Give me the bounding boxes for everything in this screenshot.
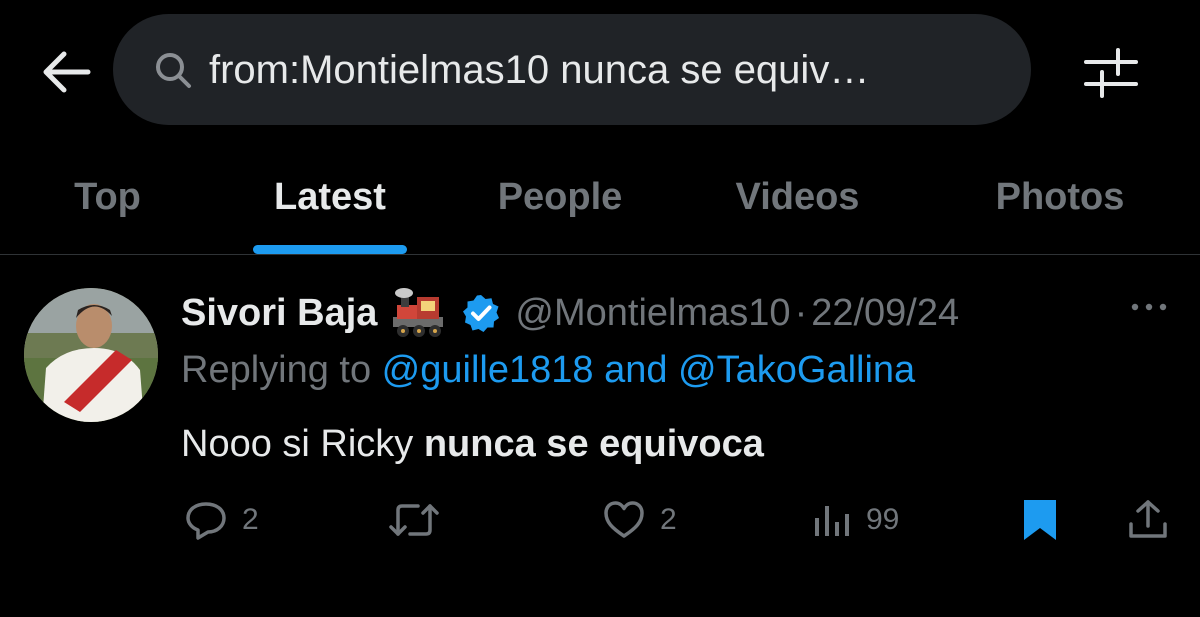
tweet-text-highlight: nunca se equivoca xyxy=(423,423,764,465)
separator-dot: · xyxy=(794,291,808,334)
bookmark-icon xyxy=(1024,500,1056,540)
tab-latest[interactable]: Latest xyxy=(230,140,430,254)
tab-people[interactable]: People xyxy=(465,140,655,254)
search-box[interactable]: from:Montielmas10 nunca se equiv… xyxy=(113,14,1031,125)
like-count: 2 xyxy=(660,503,677,536)
reply-button[interactable]: 2 xyxy=(184,495,259,545)
tweet[interactable]: Sivori Baja @Montielmas10 · 22/09/24 Rep… xyxy=(0,255,1200,617)
search-header: from:Montielmas10 nunca se equiv… xyxy=(0,0,1200,140)
mention-takogallina[interactable]: @TakoGallina xyxy=(678,349,915,391)
filter-icon xyxy=(1084,48,1138,98)
search-icon xyxy=(156,53,191,88)
views-icon xyxy=(815,506,849,536)
more-icon xyxy=(1131,303,1167,311)
tab-photos[interactable]: Photos xyxy=(960,140,1160,254)
mention-guille1818[interactable]: @guille1818 xyxy=(382,349,594,391)
tab-videos[interactable]: Videos xyxy=(700,140,895,254)
verified-icon[interactable] xyxy=(461,293,501,333)
display-name[interactable]: Sivori Baja xyxy=(181,292,377,335)
tweet-text-plain: Nooo si Ricky xyxy=(181,423,424,465)
retweet-icon xyxy=(389,504,439,536)
share-icon xyxy=(1129,500,1167,538)
replying-to: Replying to @guille1818 and @TakoGallina xyxy=(181,349,915,392)
search-input[interactable]: from:Montielmas10 nunca se equiv… xyxy=(209,40,1019,100)
bookmark-button[interactable] xyxy=(1020,495,1060,545)
tweet-date[interactable]: 22/09/24 xyxy=(811,292,959,335)
back-button[interactable] xyxy=(38,48,94,96)
retweet-button[interactable] xyxy=(388,495,440,545)
replying-prefix: Replying to xyxy=(181,349,382,391)
views-button[interactable]: 99 xyxy=(812,495,899,545)
tweet-text: Nooo si Ricky nunca se equivoca xyxy=(181,423,764,466)
search-tabs: Top Latest People Videos Photos xyxy=(0,140,1200,254)
active-tab-indicator xyxy=(253,245,407,254)
view-count: 99 xyxy=(866,503,900,536)
like-icon xyxy=(604,501,644,538)
steam-locomotive-emoji xyxy=(393,288,444,337)
share-button[interactable] xyxy=(1126,495,1170,545)
more-button[interactable] xyxy=(1124,287,1174,327)
tab-top[interactable]: Top xyxy=(40,140,175,254)
reply-count: 2 xyxy=(242,503,259,536)
avatar[interactable] xyxy=(24,288,158,422)
search-settings-button[interactable] xyxy=(1080,44,1142,98)
like-button[interactable]: 2 xyxy=(602,495,677,545)
back-arrow-icon xyxy=(43,51,91,93)
tweet-header: Sivori Baja @Montielmas10 · 22/09/24 xyxy=(181,287,959,339)
handle[interactable]: @Montielmas10 xyxy=(515,292,790,335)
replying-and: and xyxy=(593,349,679,391)
reply-icon xyxy=(186,502,226,540)
